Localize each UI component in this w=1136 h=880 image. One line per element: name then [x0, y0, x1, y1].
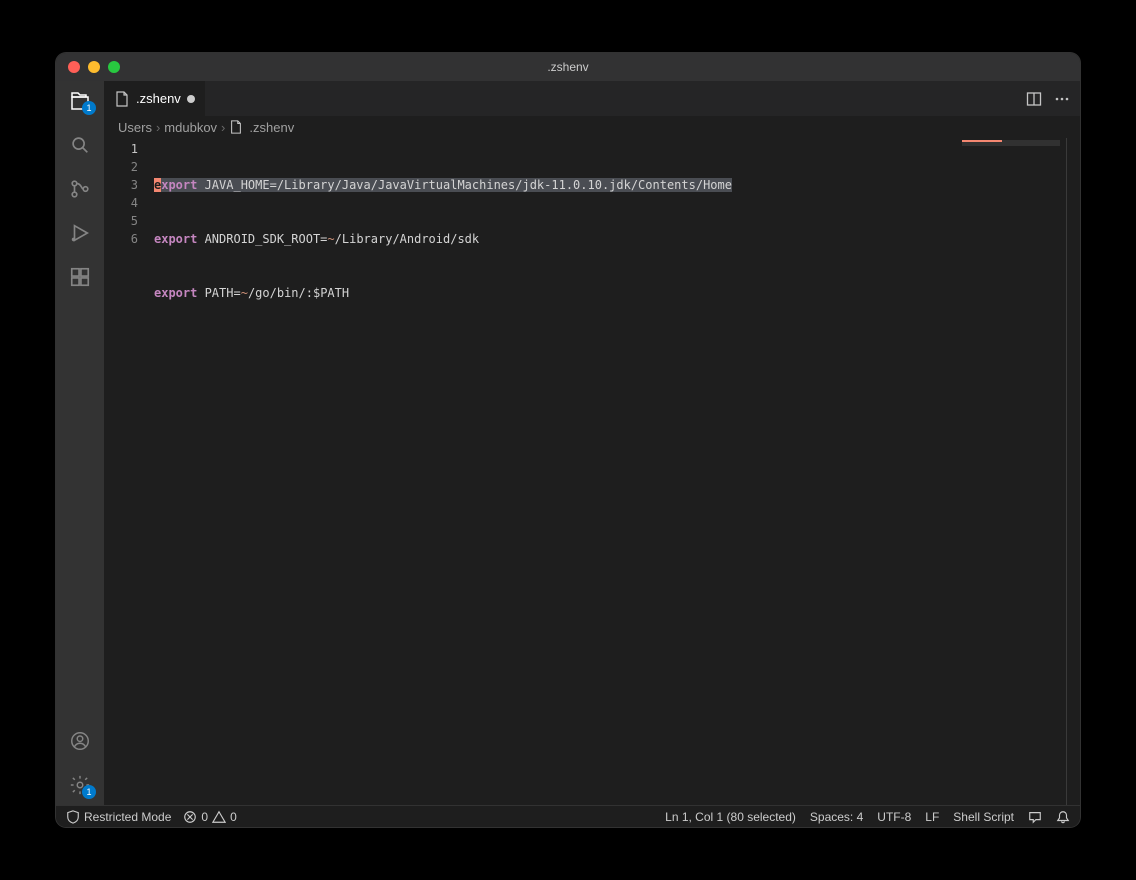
- code-line: export JAVA_HOME=/Library/Java/JavaVirtu…: [154, 176, 960, 194]
- code-editor[interactable]: export JAVA_HOME=/Library/Java/JavaVirtu…: [154, 138, 960, 805]
- language-label: Shell Script: [953, 810, 1014, 824]
- status-bar: Restricted Mode 0 0 Ln 1, Col 1 (80 sele…: [56, 805, 1080, 827]
- line-number-gutter: 1 2 3 4 5 6: [104, 138, 154, 805]
- window-close-button[interactable]: [68, 61, 80, 73]
- file-icon: [229, 120, 243, 134]
- line-number: 2: [104, 158, 138, 176]
- extensions-icon[interactable]: [68, 265, 92, 289]
- activity-bar-bottom: 1: [68, 729, 92, 797]
- accounts-icon[interactable]: [68, 729, 92, 753]
- tab-dirty-indicator: [187, 95, 195, 103]
- chevron-right-icon: ›: [156, 120, 160, 135]
- indentation-label: Spaces: 4: [810, 810, 863, 824]
- app-window: .zshenv 1: [56, 53, 1080, 827]
- line-number: 6: [104, 230, 138, 248]
- tab-zshenv[interactable]: .zshenv: [104, 81, 206, 116]
- activity-bar: 1: [56, 81, 104, 805]
- title-bar: .zshenv: [56, 53, 1080, 81]
- problems-button[interactable]: 0 0: [183, 810, 236, 824]
- activity-bar-top: 1: [68, 89, 92, 289]
- status-right: Ln 1, Col 1 (80 selected) Spaces: 4 UTF-…: [665, 810, 1070, 824]
- file-icon: [114, 91, 130, 107]
- explorer-icon[interactable]: 1: [68, 89, 92, 113]
- scrollbar[interactable]: [1066, 138, 1080, 805]
- code-line: export ANDROID_SDK_ROOT=~/Library/Androi…: [154, 230, 960, 248]
- more-actions-icon[interactable]: [1054, 91, 1070, 107]
- tab-label: .zshenv: [136, 91, 181, 106]
- cursor-position-button[interactable]: Ln 1, Col 1 (80 selected): [665, 810, 796, 824]
- code-line: export PATH=~/go/bin/:$PATH: [154, 284, 960, 302]
- window-title: .zshenv: [547, 60, 588, 74]
- window-maximize-button[interactable]: [108, 61, 120, 73]
- breadcrumbs: Users › mdubkov › .zshenv: [104, 116, 1080, 138]
- feedback-icon[interactable]: [1028, 810, 1042, 824]
- breadcrumb-user[interactable]: mdubkov: [164, 120, 217, 135]
- settings-badge: 1: [82, 785, 96, 799]
- breadcrumb-file[interactable]: .zshenv: [249, 120, 294, 135]
- indentation-button[interactable]: Spaces: 4: [810, 810, 863, 824]
- editor-actions: [1026, 81, 1080, 116]
- traffic-lights: [56, 61, 120, 73]
- settings-gear-icon[interactable]: 1: [68, 773, 92, 797]
- line-number: 5: [104, 212, 138, 230]
- line-number: 4: [104, 194, 138, 212]
- window-minimize-button[interactable]: [88, 61, 100, 73]
- tabs-row: .zshenv: [104, 81, 1080, 116]
- line-number: 1: [104, 140, 138, 158]
- cursor-position-label: Ln 1, Col 1 (80 selected): [665, 810, 796, 824]
- encoding-button[interactable]: UTF-8: [877, 810, 911, 824]
- code-line: [154, 338, 960, 356]
- minimap[interactable]: [960, 138, 1080, 805]
- run-debug-icon[interactable]: [68, 221, 92, 245]
- search-icon[interactable]: [68, 133, 92, 157]
- restricted-mode-label: Restricted Mode: [84, 810, 171, 824]
- app-body: 1: [56, 81, 1080, 805]
- split-editor-icon[interactable]: [1026, 91, 1042, 107]
- status-left: Restricted Mode 0 0: [66, 810, 237, 824]
- eol-button[interactable]: LF: [925, 810, 939, 824]
- encoding-label: UTF-8: [877, 810, 911, 824]
- explorer-badge: 1: [82, 101, 96, 115]
- eol-label: LF: [925, 810, 939, 824]
- code-line: [154, 392, 960, 410]
- restricted-mode-button[interactable]: Restricted Mode: [66, 810, 171, 824]
- editor-area: .zshenv Users › mdubkov ›: [104, 81, 1080, 805]
- source-control-icon[interactable]: [68, 177, 92, 201]
- chevron-right-icon: ›: [221, 120, 225, 135]
- notifications-icon[interactable]: [1056, 810, 1070, 824]
- errors-count: 0: [201, 810, 208, 824]
- warnings-count: 0: [230, 810, 237, 824]
- editor-body: 1 2 3 4 5 6 export JAVA_HOME=/Library/Ja…: [104, 138, 1080, 805]
- language-mode-button[interactable]: Shell Script: [953, 810, 1014, 824]
- breadcrumb-users[interactable]: Users: [118, 120, 152, 135]
- code-line: [154, 446, 960, 464]
- line-number: 3: [104, 176, 138, 194]
